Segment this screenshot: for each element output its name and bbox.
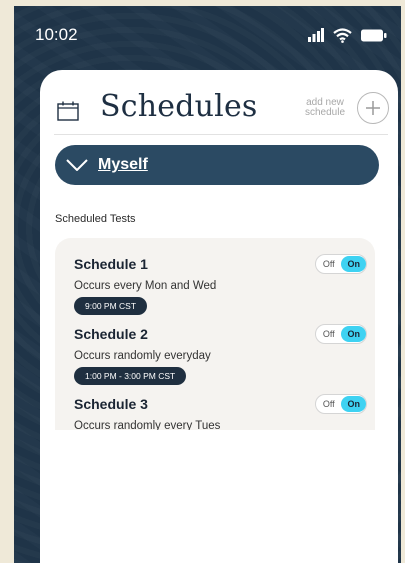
chevron-down-icon bbox=[66, 159, 88, 171]
add-schedule-button[interactable]: add new schedule bbox=[297, 92, 389, 124]
toggle-off-label: Off bbox=[322, 329, 335, 339]
empty-area bbox=[40, 430, 398, 563]
plus-circle-icon[interactable] bbox=[357, 92, 389, 124]
schedule-item[interactable]: Schedule 1 Occurs every Mon and Wed 9:00… bbox=[74, 254, 367, 315]
header: Schedules add new schedule bbox=[40, 70, 398, 132]
page-title: Schedules bbox=[100, 89, 258, 124]
schedule-toggle[interactable]: Off On bbox=[315, 254, 367, 274]
toggle-on-label: On bbox=[341, 326, 366, 342]
schedule-description: Occurs randomly everyday bbox=[74, 350, 211, 362]
schedule-time-badge: 9:00 PM CST bbox=[74, 297, 148, 315]
schedule-item[interactable]: Schedule 3 Occurs randomly every Tues Of… bbox=[74, 394, 367, 432]
person-selector[interactable]: Myself bbox=[55, 145, 379, 185]
section-label: Scheduled Tests bbox=[55, 213, 136, 225]
toggle-on-label: On bbox=[341, 396, 366, 412]
toggle-on-label: On bbox=[341, 256, 366, 272]
status-icons bbox=[308, 26, 387, 44]
battery-icon bbox=[361, 29, 387, 41]
wifi-icon bbox=[333, 27, 352, 43]
toggle-off-label: Off bbox=[322, 399, 335, 409]
signal-icon bbox=[308, 28, 324, 42]
schedule-description: Occurs every Mon and Wed bbox=[74, 280, 217, 292]
header-divider bbox=[54, 134, 388, 135]
schedule-toggle[interactable]: Off On bbox=[315, 394, 367, 414]
status-bar: 10:02 bbox=[14, 6, 401, 66]
schedule-item[interactable]: Schedule 2 Occurs randomly everyday 1:00… bbox=[74, 324, 367, 385]
add-label-line2: schedule bbox=[304, 107, 346, 118]
person-name: Myself bbox=[98, 156, 148, 173]
schedule-toggle[interactable]: Off On bbox=[315, 324, 367, 344]
status-time: 10:02 bbox=[35, 25, 78, 44]
phone-screen: 10:02 Schedules add new schedule Myself … bbox=[14, 6, 401, 563]
add-schedule-label: add new schedule bbox=[297, 98, 353, 118]
calendar-icon bbox=[57, 101, 79, 121]
schedule-time-badge: 1:00 PM - 3:00 PM CST bbox=[74, 367, 187, 385]
schedules-sheet: Schedules add new schedule Myself Schedu… bbox=[40, 70, 398, 563]
toggle-off-label: Off bbox=[322, 259, 335, 269]
